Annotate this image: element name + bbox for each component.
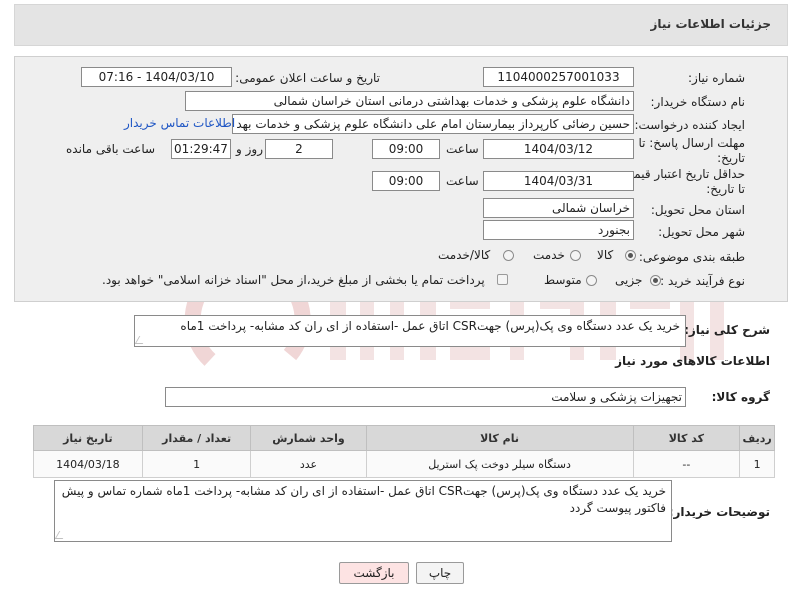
buyer-notes-label: توضیحات خریدار: (668, 505, 770, 519)
cell-date: 1404/03/18 (33, 450, 143, 478)
goods-table-header: ردیف کد کالا نام کالا واحد شمارش تعداد /… (33, 425, 775, 451)
treasury-payment-note: پرداخت تمام یا بخشی از مبلغ خرید،از محل … (102, 273, 485, 287)
col-name: نام کالا (365, 425, 634, 451)
goods-group-label: گروه کالا: (711, 390, 770, 404)
deadline-label-date: تاریخ: (717, 151, 745, 165)
col-code: کد کالا (632, 425, 741, 451)
creator-field[interactable]: حسین رضائی کارپرداز بیمارستان امام علی د… (232, 114, 634, 134)
description-textarea[interactable]: خرید یک عدد دستگاه وی پک(پرس) جهتCSR اتا… (134, 315, 686, 347)
city-field[interactable]: بجنورد (483, 220, 634, 240)
category-radio-goods-service[interactable] (503, 250, 514, 261)
cell-name: دستگاه سیلر دوخت پک استریل (365, 450, 634, 478)
city-label: شهر محل تحویل: (658, 225, 745, 239)
col-qty: تعداد / مقدار (141, 425, 252, 451)
buyer-notes-textarea[interactable]: خرید یک عدد دستگاه وی پک(پرس) جهتCSR اتا… (54, 480, 672, 542)
process-radio-medium[interactable] (586, 275, 597, 286)
resize-handle[interactable] (135, 336, 148, 344)
back-button[interactable]: بازگشت (339, 562, 409, 584)
remaining-time-field[interactable]: 01:29:47 (171, 139, 231, 159)
table-row[interactable]: 1 -- دستگاه سیلر دوخت پک استریل عدد 1 14… (33, 450, 775, 478)
process-option-medium: متوسط (544, 273, 582, 287)
goods-table: ردیف کد کالا نام کالا واحد شمارش تعداد /… (33, 425, 775, 478)
goods-group-field[interactable]: تجهیزات پزشکی و سلامت (165, 387, 686, 407)
days-remaining-field[interactable]: 2 (265, 139, 333, 159)
process-option-minor: جزیی (615, 273, 643, 287)
buyer-contact-link[interactable]: اطلاعات تماس خریدار (124, 116, 235, 130)
need-number-field[interactable]: 1104000257001033 (483, 67, 634, 87)
validity-time-label: ساعت (446, 174, 479, 188)
category-radio-goods[interactable] (625, 250, 636, 261)
validity-time-field[interactable]: 09:00 (372, 171, 440, 191)
days-label: روز و (236, 142, 263, 156)
deadline-time-label: ساعت (446, 142, 479, 156)
category-option-goods-service: کالا/خدمت (438, 248, 491, 262)
category-option-goods: کالا (597, 248, 614, 262)
page-header: جزئیات اطلاعات نیاز (14, 4, 788, 46)
process-type-label: نوع فرآیند خرید : (660, 274, 745, 288)
need-number-label: شماره نیاز: (688, 71, 745, 85)
province-label: استان محل تحویل: (650, 203, 745, 217)
deadline-time-field[interactable]: 09:00 (372, 139, 440, 159)
col-date: تاریخ نیاز (33, 425, 143, 451)
goods-section-title: اطلاعات کالاهای مورد نیاز (615, 354, 770, 368)
description-label: شرح کلی نیاز: (684, 323, 770, 337)
validity-date-field[interactable]: 1404/03/31 (483, 171, 634, 191)
announce-datetime-label: تاریخ و ساعت اعلان عمومی: (235, 71, 380, 85)
cell-code: -- (632, 450, 741, 478)
print-button[interactable]: چاپ (416, 562, 464, 584)
cell-unit: عدد (250, 450, 367, 478)
buyer-org-field[interactable]: دانشگاه علوم پزشکی و خدمات بهداشتی درمان… (185, 91, 634, 111)
cell-qty: 1 (141, 450, 252, 478)
price-validity-label-date: تا تاریخ: (706, 182, 745, 196)
resize-handle[interactable] (55, 531, 68, 539)
cell-row: 1 (739, 450, 775, 478)
category-radio-service[interactable] (570, 250, 581, 261)
page-title: جزئیات اطلاعات نیاز (650, 17, 771, 31)
category-label: طبقه بندی موضوعی: (638, 250, 745, 264)
deadline-label: مهلت ارسال پاسخ: تا (638, 136, 745, 150)
buyer-notes-text: خرید یک عدد دستگاه وی پک(پرس) جهتCSR اتا… (61, 484, 666, 515)
announce-datetime-field[interactable]: 1404/03/10 - 07:16 (81, 67, 232, 87)
deadline-date-field[interactable]: 1404/03/12 (483, 139, 634, 159)
remaining-time-label: ساعت باقی مانده (66, 142, 156, 156)
treasury-payment-checkbox[interactable] (497, 274, 508, 285)
price-validity-label: حداقل تاریخ اعتبار قیمت: (618, 167, 745, 181)
creator-label: ایجاد کننده درخواست: (634, 118, 745, 132)
category-option-service: خدمت (533, 248, 565, 262)
description-text: خرید یک عدد دستگاه وی پک(پرس) جهتCSR اتا… (180, 319, 680, 333)
process-radio-minor[interactable] (650, 275, 661, 286)
province-field[interactable]: خراسان شمالی (483, 198, 634, 218)
col-row: ردیف (739, 425, 775, 451)
buyer-org-label: نام دستگاه خریدار: (650, 95, 746, 109)
col-unit: واحد شمارش (250, 425, 367, 451)
